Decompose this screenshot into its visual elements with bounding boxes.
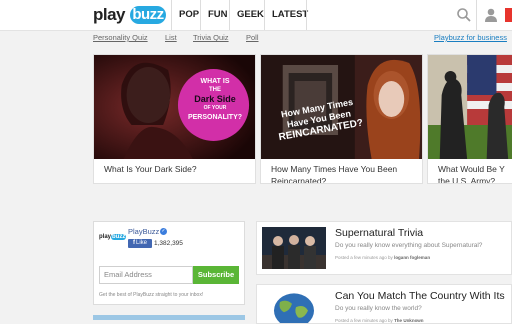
subnav-personality-quiz[interactable]: Personality Quiz xyxy=(93,33,148,42)
playbuzz-for-business-link[interactable]: Playbuzz for business xyxy=(434,33,507,42)
red-menu-tab[interactable] xyxy=(505,8,512,22)
newsletter-note: Get the best of PlayBuzz straight to you… xyxy=(99,292,204,298)
feed-title[interactable]: Can You Match The Country With Its xyxy=(335,290,505,302)
overlay-line: PERSONALITY? xyxy=(187,114,243,121)
overlay-line: Dark Side xyxy=(194,94,236,104)
facebook-subscribe-widget: playbuzz PlayBuzz ✓ fLike 1,382,395 Emai… xyxy=(93,221,245,305)
quiz-card-reincarnated[interactable]: How Many Times Have You Been REINCARNATE… xyxy=(260,54,423,184)
avatar-play-text: play xyxy=(99,234,112,240)
like-label: Like xyxy=(135,240,147,246)
facebook-like-button[interactable]: fLike xyxy=(128,239,152,248)
meta-prefix: Posted a few minutes ago by xyxy=(335,318,393,323)
feed-title[interactable]: Supernatural Trivia xyxy=(335,227,423,239)
nav-divider xyxy=(306,0,307,30)
playbuzz-avatar: playbuzz xyxy=(99,234,127,248)
side-banner[interactable] xyxy=(93,315,245,320)
army-thumbnail xyxy=(428,55,512,159)
quiz-card-army-rank[interactable]: What Would Be Y the U.S. Army? xyxy=(427,54,512,184)
logo-play-text: play xyxy=(93,5,126,24)
user-icon[interactable] xyxy=(482,6,500,24)
quiz-card-dark-side[interactable]: WHAT IS THE Dark Side OF YOUR PERSONALIT… xyxy=(93,54,256,184)
subscribe-button[interactable]: Subscribe xyxy=(193,266,239,284)
card-caption[interactable]: What Would Be Y the U.S. Army? xyxy=(438,163,512,183)
meta-prefix: Posted a few minutes ago by xyxy=(335,255,393,260)
search-icon[interactable] xyxy=(455,6,473,24)
feed-author[interactable]: The Unknown xyxy=(394,318,424,323)
icon-divider xyxy=(476,0,477,30)
facebook-f-icon: f xyxy=(132,240,135,246)
logo-buzz-badge: buzz xyxy=(130,6,166,24)
card-caption[interactable]: What Is Your Dark Side? xyxy=(104,163,254,175)
like-count: 1,382,395 xyxy=(154,240,183,247)
top-bar: play buzz POP FUN GEEK LATEST xyxy=(0,0,512,31)
feed-item-supernatural[interactable]: Supernatural Trivia Do you really know e… xyxy=(256,221,512,275)
card-caption[interactable]: How Many Times Have You Been Reincarnate… xyxy=(271,163,421,183)
subnav-list[interactable]: List xyxy=(165,33,177,42)
feed-author[interactable]: logann fogleman xyxy=(394,255,430,260)
nav-item-latest[interactable]: LATEST xyxy=(264,0,315,30)
subnav-poll[interactable]: Poll xyxy=(246,33,259,42)
verified-check-icon: ✓ xyxy=(160,228,167,235)
email-input[interactable]: Email Address xyxy=(99,266,193,284)
subnav-trivia-quiz[interactable]: Trivia Quiz xyxy=(193,33,229,42)
page-name[interactable]: PlayBuzz xyxy=(128,227,159,236)
globe-thumbnail xyxy=(262,290,326,323)
dark-side-overlay-text: WHAT IS THE Dark Side OF YOUR PERSONALIT… xyxy=(180,77,250,122)
overlay-line: OF YOUR xyxy=(203,105,227,111)
feed-subtitle: Do you really know everything about Supe… xyxy=(335,242,483,249)
feed-item-country-match[interactable]: Can You Match The Country With Its Do yo… xyxy=(256,284,512,324)
feed-subtitle: Do you really know the world? xyxy=(335,305,422,312)
feed-meta: Posted a few minutes ago by logann fogle… xyxy=(335,255,430,260)
supernatural-thumbnail xyxy=(262,227,326,269)
overlay-line: WHAT IS xyxy=(200,78,230,85)
feed-meta: Posted a few minutes ago by The Unknown xyxy=(335,318,424,323)
avatar-buzz-text: buzz xyxy=(111,234,127,240)
